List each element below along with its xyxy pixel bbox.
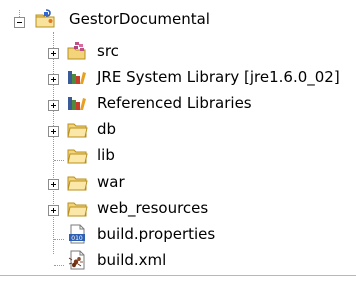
panel-bottom-border bbox=[0, 275, 356, 276]
tree-item-label: war bbox=[97, 173, 125, 191]
folder-icon bbox=[67, 149, 88, 164]
tree-item-jre-system-library[interactable]: JRE System Library [jre1.6.0_02] bbox=[0, 67, 356, 93]
java-project-icon bbox=[35, 9, 55, 28]
tree-item-label: db bbox=[97, 120, 117, 138]
folder-icon bbox=[67, 202, 88, 217]
folder-icon bbox=[67, 123, 88, 138]
tree-item-label: GestorDocumental bbox=[69, 10, 210, 28]
tree-item-db[interactable]: db bbox=[0, 119, 356, 145]
tree-item-gestordocumental[interactable]: GestorDocumental bbox=[0, 7, 356, 33]
collapse-icon[interactable] bbox=[14, 17, 25, 28]
tree-item-src[interactable]: src bbox=[0, 41, 356, 67]
expand-icon[interactable] bbox=[48, 100, 59, 111]
tree-item-label: JRE System Library [jre1.6.0_02] bbox=[97, 68, 340, 86]
tree-item-build-properties[interactable]: 010 build.properties bbox=[0, 224, 356, 250]
expand-icon[interactable] bbox=[48, 179, 59, 190]
library-icon bbox=[68, 97, 86, 110]
tree-item-label: src bbox=[97, 42, 119, 60]
tree-item-war[interactable]: war bbox=[0, 172, 356, 198]
properties-file-icon: 010 bbox=[69, 224, 85, 244]
expand-icon[interactable] bbox=[48, 205, 59, 216]
tree-item-web-resources[interactable]: web_resources bbox=[0, 198, 356, 224]
folder-icon bbox=[67, 176, 88, 191]
source-package-icon bbox=[67, 42, 86, 60]
tree-item-lib[interactable]: lib bbox=[0, 145, 356, 171]
tree-item-label: web_resources bbox=[97, 199, 209, 217]
tree-item-label: build.properties bbox=[97, 225, 216, 243]
svg-text:010: 010 bbox=[71, 235, 83, 242]
package-explorer-tree: GestorDocumental src JRE System Library … bbox=[0, 0, 356, 275]
expand-icon[interactable] bbox=[48, 48, 59, 59]
tree-item-label: build.xml bbox=[97, 251, 167, 269]
tree-item-referenced-libraries[interactable]: Referenced Libraries bbox=[0, 93, 356, 119]
tree-item-label: lib bbox=[97, 146, 115, 164]
expand-icon[interactable] bbox=[48, 126, 59, 137]
tree-item-label: Referenced Libraries bbox=[97, 94, 252, 112]
library-icon bbox=[68, 71, 86, 84]
tree-item-build-xml[interactable]: build.xml bbox=[0, 250, 356, 276]
expand-icon[interactable] bbox=[48, 74, 59, 85]
ant-build-file-icon bbox=[68, 250, 85, 270]
